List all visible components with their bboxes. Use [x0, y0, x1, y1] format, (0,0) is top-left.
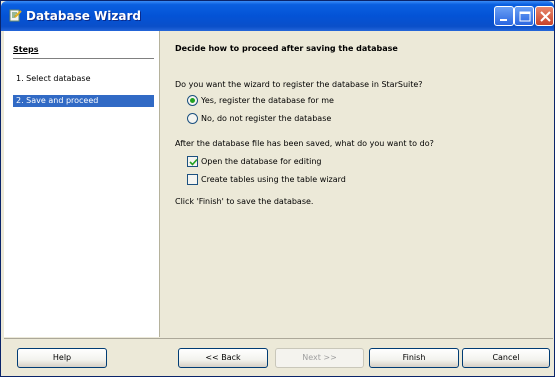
register-yes-label[interactable]: Yes, register the database for me [201, 95, 334, 106]
steps-title: Steps [13, 45, 39, 54]
minimize-button[interactable] [494, 6, 514, 26]
register-no-label[interactable]: No, do not register the database [201, 113, 331, 124]
title-bar[interactable]: Database Wizard [1, 1, 554, 31]
checkmark-icon [189, 158, 198, 166]
maximize-button[interactable] [514, 6, 534, 26]
create-tables-checkbox[interactable] [187, 174, 198, 185]
wizard-page: Decide how to proceed after saving the d… [161, 31, 554, 337]
help-button[interactable]: Help [17, 348, 107, 368]
button-bar-divider [4, 338, 553, 339]
minimize-icon [500, 19, 507, 21]
close-icon [540, 11, 551, 22]
cancel-button[interactable]: Cancel [462, 348, 550, 368]
page-heading: Decide how to proceed after saving the d… [175, 44, 398, 53]
window-title: Database Wizard [26, 9, 141, 23]
open-for-editing-checkbox[interactable] [187, 156, 198, 167]
register-no-radio[interactable] [187, 113, 198, 124]
app-icon [9, 9, 22, 22]
after-save-question: After the database file has been saved, … [175, 139, 434, 148]
open-for-editing-label[interactable]: Open the database for editing [201, 156, 322, 167]
database-wizard-window: Database Wizard Steps 1. Select database… [0, 0, 555, 377]
finish-note: Click 'Finish' to save the database. [175, 197, 314, 206]
maximize-icon [519, 11, 531, 22]
finish-button[interactable]: Finish [369, 348, 459, 368]
register-question: Do you want the wizard to register the d… [175, 80, 423, 89]
step-select-database[interactable]: 1. Select database [13, 73, 91, 85]
steps-divider [13, 58, 154, 59]
close-button[interactable] [535, 6, 554, 26]
step-save-and-proceed[interactable]: 2. Save and proceed [13, 95, 154, 107]
next-button[interactable]: Next >> [275, 348, 364, 368]
steps-pane: Steps 1. Select database 2. Save and pro… [4, 31, 160, 337]
create-tables-label[interactable]: Create tables using the table wizard [201, 174, 346, 185]
register-yes-radio[interactable] [187, 95, 198, 106]
back-button[interactable]: << Back [178, 348, 268, 368]
